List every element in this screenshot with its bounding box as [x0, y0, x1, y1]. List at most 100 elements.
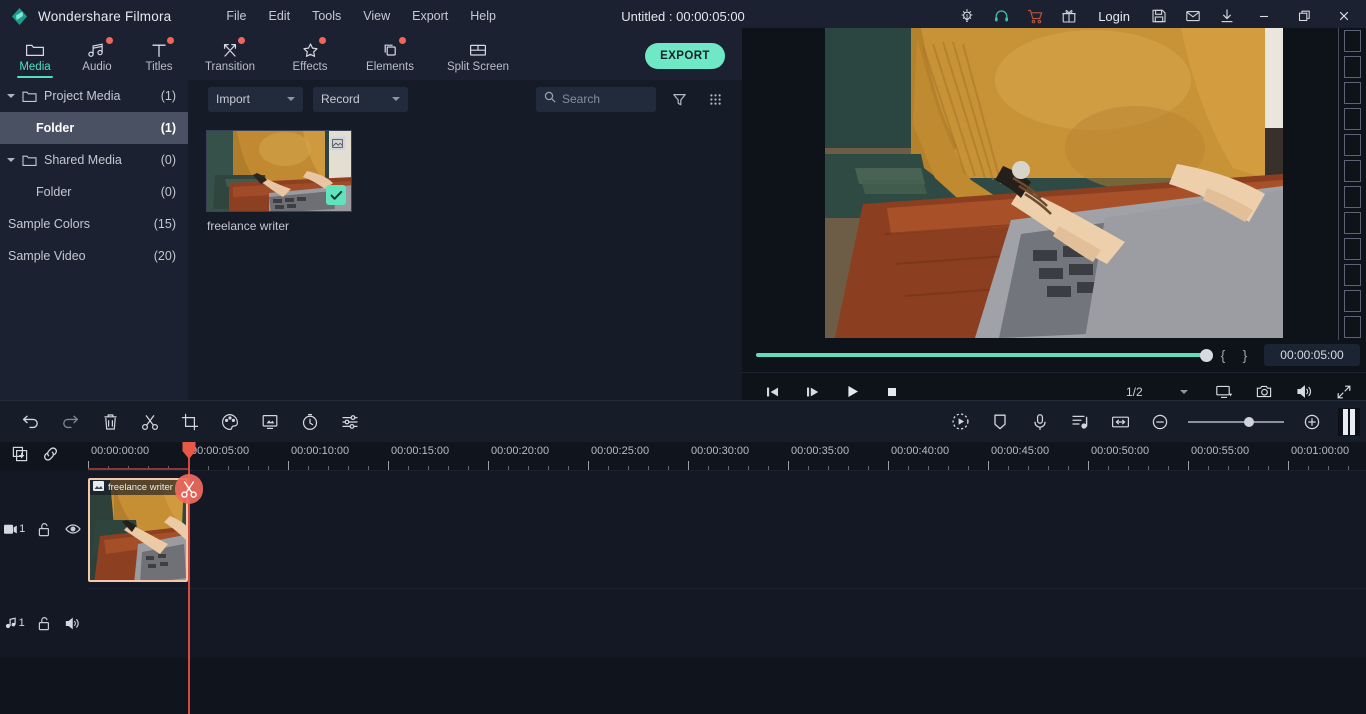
media-toolbar: Import Record	[188, 80, 742, 118]
speed-button[interactable]	[290, 402, 330, 442]
fit-timeline-button[interactable]	[1100, 402, 1140, 442]
media-item-name: freelance writer	[206, 219, 352, 233]
sidebar-item-shared-media[interactable]: Shared Media (0)	[0, 144, 188, 176]
chevron-down-icon[interactable]	[0, 94, 22, 98]
media-thumbnail[interactable]	[206, 130, 352, 212]
ruler-tick-major	[688, 461, 689, 470]
timeline-ruler[interactable]: 00:00:00:0000:00:05:0000:00:10:0000:00:1…	[88, 442, 1366, 470]
zoom-slider-handle[interactable]	[1244, 417, 1254, 427]
preview-stage	[742, 28, 1366, 338]
scissors-split-badge-icon[interactable]	[175, 474, 203, 504]
folder-icon	[25, 40, 45, 58]
timeline-tracks: 1	[0, 470, 1366, 714]
search-box[interactable]	[536, 87, 656, 112]
transition-arrows-icon	[221, 40, 239, 58]
menu-item-export[interactable]: Export	[401, 4, 459, 28]
music-notes-icon	[87, 40, 107, 58]
app-logo: Wondershare Filmora	[0, 7, 171, 26]
quality-label: 1/2	[1126, 385, 1143, 399]
search-input[interactable]	[562, 92, 648, 106]
video-track-lane[interactable]: freelance writer	[88, 470, 1366, 588]
sidebar-item-sample-colors[interactable]: Sample Colors (15)	[0, 208, 188, 240]
clip-title-bar: freelance writer	[90, 480, 186, 495]
timeline-toolbar	[0, 400, 1366, 442]
tab-effects[interactable]: Effects	[270, 32, 350, 80]
sidebar-item-label: Folder	[36, 185, 161, 199]
export-button[interactable]: EXPORT	[645, 43, 725, 69]
sidebar-item-label: Folder	[36, 121, 161, 135]
menu-item-edit[interactable]: Edit	[258, 4, 302, 28]
image-placeholder-icon[interactable]	[329, 136, 346, 151]
preview-progress-slider[interactable]	[756, 348, 1212, 362]
zoom-out-button[interactable]	[1140, 402, 1180, 442]
sidebar-item-count: (15)	[154, 217, 176, 231]
svg-text:$: $	[966, 13, 969, 18]
ruler-tick-label: 00:00:30:00	[691, 445, 749, 457]
crop-button[interactable]	[170, 402, 210, 442]
app-title: Wondershare Filmora	[38, 9, 171, 24]
link-clips-icon[interactable]	[42, 446, 59, 467]
green-screen-button[interactable]	[250, 402, 290, 442]
tab-transition[interactable]: Transition	[190, 32, 270, 80]
zoom-in-button[interactable]	[1292, 402, 1332, 442]
add-track-icon[interactable]	[12, 446, 28, 467]
menu-item-help[interactable]: Help	[459, 4, 507, 28]
ruler-tick-major	[488, 461, 489, 470]
render-preview-button[interactable]	[940, 402, 980, 442]
tab-elements[interactable]: Elements	[350, 32, 430, 80]
clip-name: freelance writer	[108, 482, 173, 493]
tab-media[interactable]: Media	[4, 32, 66, 80]
audio-track-1: 1	[0, 588, 1366, 658]
tab-titles[interactable]: Titles	[128, 32, 190, 80]
notification-dot	[238, 37, 245, 44]
delete-button[interactable]	[90, 402, 130, 442]
sidebar-item-count: (0)	[161, 185, 176, 199]
video-track-lock-button[interactable]	[29, 522, 58, 537]
undo-button[interactable]	[10, 402, 50, 442]
audio-track-lane[interactable]	[88, 588, 1366, 658]
grid-view-icon[interactable]	[702, 86, 728, 112]
ruler-tick-label: 00:00:15:00	[391, 445, 449, 457]
timeline-zoom-slider[interactable]	[1188, 412, 1284, 432]
render-bars-icon[interactable]	[1338, 408, 1360, 436]
ruler-tick-label: 00:00:10:00	[291, 445, 349, 457]
mark-out-button[interactable]: }	[1234, 347, 1256, 363]
media-item[interactable]: freelance writer	[206, 130, 352, 233]
record-dropdown[interactable]: Record	[313, 87, 408, 112]
audio-mixer-button[interactable]	[1060, 402, 1100, 442]
menu-item-file[interactable]: File	[215, 4, 257, 28]
chevron-down-icon[interactable]	[0, 158, 22, 162]
notification-dot	[106, 37, 113, 44]
preview-player: { } 00:00:05:00 1/2	[742, 28, 1366, 400]
tab-split-screen[interactable]: Split Screen	[430, 32, 526, 80]
sidebar-item-sample-video[interactable]: Sample Video (20)	[0, 240, 188, 272]
filter-funnel-icon[interactable]	[666, 86, 692, 112]
audio-track-mute-button[interactable]	[59, 617, 88, 630]
sidebar-item-project-media[interactable]: Project Media (1)	[0, 80, 188, 112]
timeline-clip-freelance-writer[interactable]: freelance writer	[88, 478, 188, 582]
redo-button[interactable]	[50, 402, 90, 442]
mark-in-button[interactable]: {	[1212, 347, 1234, 363]
split-button[interactable]	[130, 402, 170, 442]
notification-dot	[319, 37, 326, 44]
media-grid: freelance writer	[188, 118, 742, 233]
sidebar-item-folder-shared[interactable]: Folder (0)	[0, 176, 188, 208]
timeline-range-indicator	[88, 468, 188, 470]
playhead-handle[interactable]	[182, 442, 196, 460]
selected-check-icon[interactable]	[326, 185, 346, 205]
voiceover-button[interactable]	[1020, 402, 1060, 442]
menu-item-view[interactable]: View	[352, 4, 401, 28]
preview-timecode[interactable]: 00:00:05:00	[1264, 344, 1360, 366]
preview-video-frame[interactable]	[825, 28, 1283, 338]
audio-track-lock-button[interactable]	[29, 616, 58, 631]
video-track-visibility-button[interactable]	[59, 523, 88, 535]
import-dropdown[interactable]: Import	[208, 87, 303, 112]
progress-handle[interactable]	[1200, 349, 1213, 362]
color-button[interactable]	[210, 402, 250, 442]
sidebar-item-folder-project[interactable]: Folder (1)	[0, 112, 188, 144]
adjust-button[interactable]	[330, 402, 370, 442]
tab-audio[interactable]: Audio	[66, 32, 128, 80]
tab-label: Transition	[205, 61, 255, 73]
marker-button[interactable]	[980, 402, 1020, 442]
menu-item-tools[interactable]: Tools	[301, 4, 352, 28]
